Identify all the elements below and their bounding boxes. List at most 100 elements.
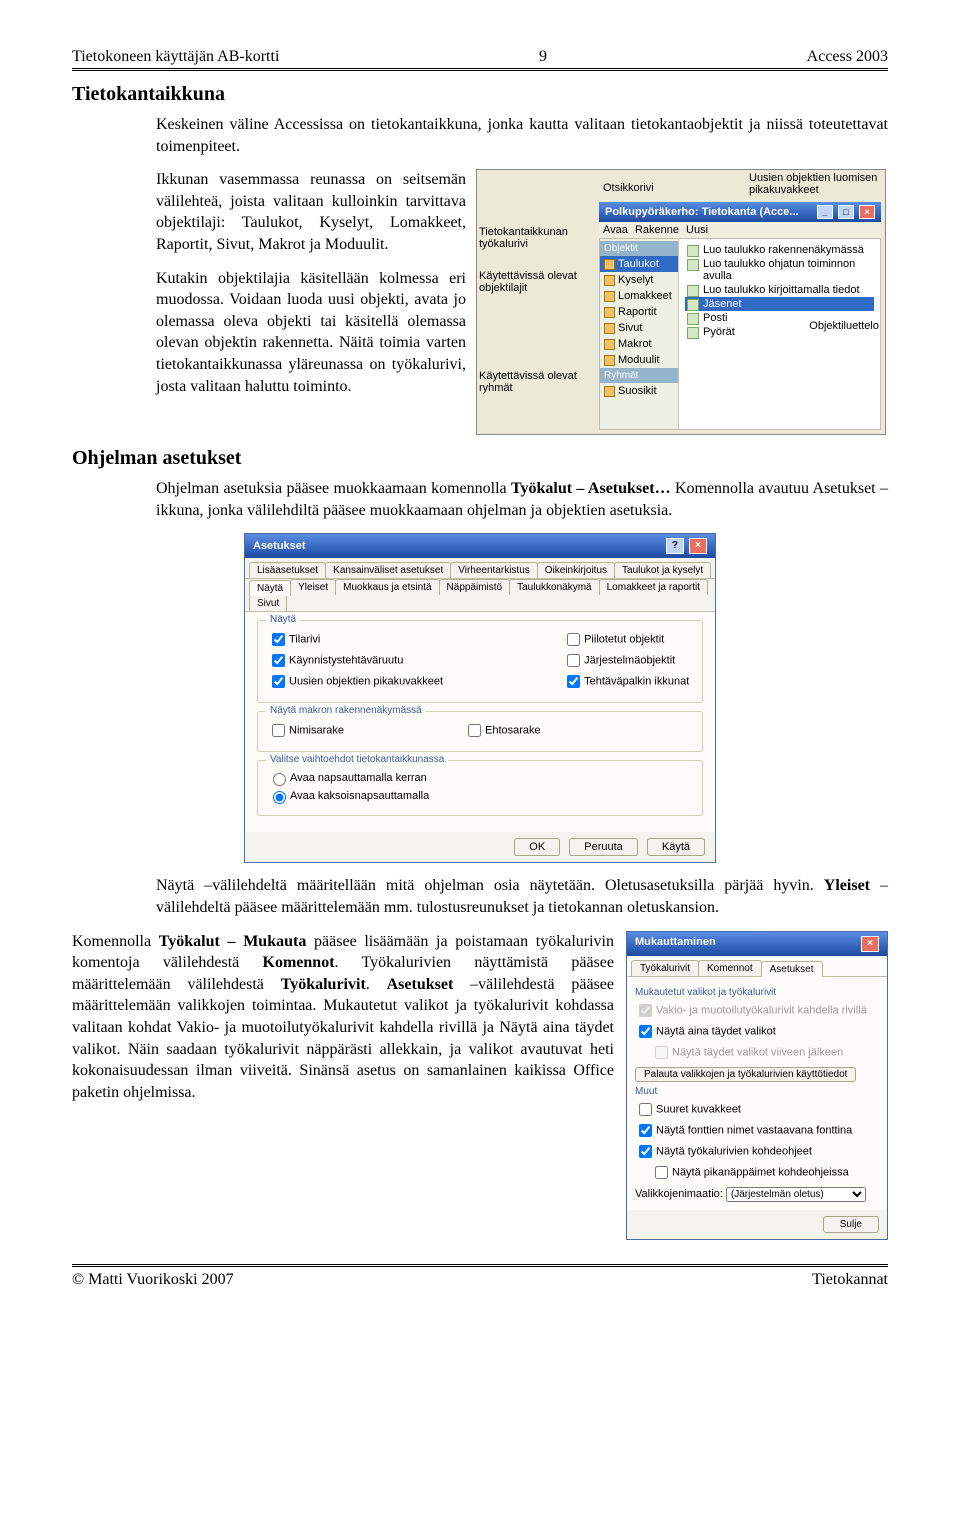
checkbox-icon[interactable] xyxy=(567,675,580,688)
radio-icon[interactable] xyxy=(273,791,286,804)
radio-kaksoisnapsauta[interactable]: Avaa kaksoisnapsauttamalla xyxy=(268,787,692,805)
nav-item-moduulit[interactable]: Moduulit xyxy=(600,352,678,368)
checkbox-icon[interactable] xyxy=(567,654,580,667)
tab-sivut[interactable]: Sivut xyxy=(249,595,287,611)
nav-item-raportit[interactable]: Raportit xyxy=(600,304,678,320)
nav-item-lomakkeet[interactable]: Lomakkeet xyxy=(600,288,678,304)
checkbox-icon[interactable] xyxy=(639,1025,652,1038)
content-new2[interactable]: Luo taulukko ohjatun toiminnon avulla xyxy=(685,257,874,283)
content-obj-posti[interactable]: Posti xyxy=(685,311,874,325)
help-icon[interactable]: ? xyxy=(666,538,684,554)
nav-item-makrot[interactable]: Makrot xyxy=(600,336,678,352)
txt: Näytä –välilehdeltä määritellään mitä oh… xyxy=(156,877,824,894)
tab-muokkaus[interactable]: Muokkaus ja etsintä xyxy=(335,579,439,595)
checkbox-icon[interactable] xyxy=(272,724,285,737)
nav-item-sivut[interactable]: Sivut xyxy=(600,320,678,336)
checkbox-icon[interactable] xyxy=(272,654,285,667)
tab-nayto[interactable]: Näytä xyxy=(249,580,291,596)
nav-item-suosikit[interactable]: Suosikit xyxy=(600,383,678,399)
muk-sec1: Mukautetut valikot ja työkalurivit xyxy=(635,987,879,998)
muk-sec2: Muut xyxy=(635,1086,879,1097)
checkbox-icon[interactable] xyxy=(639,1004,652,1017)
muk-chk-suuret[interactable]: Suuret kuvakkeet xyxy=(635,1099,879,1120)
screenshot-mukauttaminen: Mukauttaminen × Työkalurivit Komennot As… xyxy=(626,931,888,1240)
label: Ehtosarake xyxy=(485,725,541,737)
tab-kansainvaliset[interactable]: Kansainväliset asetukset xyxy=(325,562,451,578)
txt: Ohjelman asetuksia pääsee muokkaamaan ko… xyxy=(156,480,511,497)
callout-ryhmat: Käytettävissä olevat ryhmät xyxy=(479,370,591,394)
tab-virheentarkistus[interactable]: Virheentarkistus xyxy=(450,562,538,578)
checkbox-icon[interactable] xyxy=(639,1103,652,1116)
chk-kaynnistys[interactable]: Käynnistystehtäväruutu xyxy=(268,650,443,671)
close-icon[interactable]: × xyxy=(689,538,707,554)
checkbox-icon[interactable] xyxy=(567,633,580,646)
content-obj-jasenet[interactable]: Jäsenet xyxy=(685,297,874,311)
muk-chk-pikanappaimet[interactable]: Näytä pikanäppäimet kohdeohjeissa xyxy=(651,1162,879,1183)
checkbox-icon[interactable] xyxy=(272,633,285,646)
chk-uusien[interactable]: Uusien objektien pikakuvakkeet xyxy=(268,671,443,692)
muk-btn-palauta[interactable]: Palauta valikkojen ja työkalurivien käyt… xyxy=(635,1067,856,1082)
muk-tab-asetukset[interactable]: Asetukset xyxy=(761,961,823,977)
chk-tilarivi[interactable]: Tilarivi xyxy=(268,629,443,650)
tab-oikeinkirjoitus[interactable]: Oikeinkirjoitus xyxy=(537,562,615,578)
ok-button[interactable]: OK xyxy=(514,838,560,856)
chk-jarjestelma[interactable]: Järjestelmäobjektit xyxy=(563,650,689,671)
tab-lomakkeet-raportit[interactable]: Lomakkeet ja raportit xyxy=(599,579,708,595)
minimize-icon[interactable]: _ xyxy=(817,205,833,219)
content-obj-pyorat[interactable]: Pyörät xyxy=(685,325,874,339)
checkbox-icon[interactable] xyxy=(655,1166,668,1179)
para-nayto: Näytä –välilehdeltä määritellään mitä oh… xyxy=(156,875,888,918)
group-nayto: Näytä Tilarivi Käynnistystehtäväruutu Uu… xyxy=(257,620,703,703)
db-body: Objektit Taulukot Kyselyt Lomakkeet Rapo… xyxy=(599,239,881,430)
close-icon[interactable]: × xyxy=(861,936,879,952)
tab-yleiset[interactable]: Yleiset xyxy=(290,579,336,595)
muk-anim-select[interactable]: (Järjestelmän oletus) xyxy=(726,1187,866,1202)
dlg-window-buttons: ? × xyxy=(664,538,707,554)
callout-otsikkorivi: Otsikkorivi xyxy=(603,182,654,194)
chk-nimisarake[interactable]: Nimisarake xyxy=(268,720,344,741)
tb-rakenne[interactable]: Rakenne xyxy=(635,224,679,236)
chk-tehtavapalkki[interactable]: Tehtäväpalkin ikkunat xyxy=(563,671,689,692)
checkbox-icon[interactable] xyxy=(639,1124,652,1137)
maximize-icon[interactable]: □ xyxy=(838,205,854,219)
tab-taulukot-kyselyt[interactable]: Taulukot ja kyselyt xyxy=(614,562,711,578)
close-icon[interactable]: × xyxy=(859,205,875,219)
tab-taulukkonakyma[interactable]: Taulukkonäkymä xyxy=(509,579,599,595)
page-footer: © Matti Vuorikoski 2007 Tietokannat xyxy=(72,1264,888,1289)
footer-right: Tietokannat xyxy=(812,1271,888,1289)
radio-icon[interactable] xyxy=(273,773,286,786)
checkbox-icon[interactable] xyxy=(468,724,481,737)
tb-uusi[interactable]: Uusi xyxy=(686,224,708,236)
footer-left: © Matti Vuorikoski 2007 xyxy=(72,1271,234,1289)
muk-chk-taydet[interactable]: Näytä aina täydet valikot xyxy=(635,1021,879,1042)
radio-napsauta-kerran[interactable]: Avaa napsauttamalla kerran xyxy=(268,769,692,787)
muk-tab-tyokalurivit[interactable]: Työkalurivit xyxy=(631,960,699,976)
tb-avaa[interactable]: Avaa xyxy=(603,224,628,236)
kayta-button[interactable]: Käytä xyxy=(647,838,705,856)
muk-tab-komennot[interactable]: Komennot xyxy=(698,960,762,976)
nav-item-taulukot[interactable]: Taulukot xyxy=(600,256,678,272)
para-muodot: Kutakin objektilajia käsitellään kolmess… xyxy=(156,268,466,398)
tab-lisaasetukset[interactable]: Lisäasetukset xyxy=(249,562,326,578)
label: Näytä fonttien nimet vastaavana fonttina xyxy=(656,1124,852,1136)
checkbox-icon[interactable] xyxy=(272,675,285,688)
content-new1[interactable]: Luo taulukko rakennenäkymässä xyxy=(685,243,874,257)
checkbox-icon[interactable] xyxy=(655,1046,668,1059)
muk-chk-kohdeohjeet[interactable]: Näytä työkalurivien kohdeohjeet xyxy=(635,1141,879,1162)
checkbox-icon[interactable] xyxy=(639,1145,652,1158)
tab-nappaimisto[interactable]: Näppäimistö xyxy=(439,579,511,595)
dlg-body: Näytä Tilarivi Käynnistystehtäväruutu Uu… xyxy=(245,612,715,832)
muk-chk-viive[interactable]: Näytä täydet valikot viiveen jälkeen xyxy=(651,1042,879,1063)
bold-komennot: Komennot xyxy=(263,954,335,971)
tabs-row-1: Lisäasetukset Kansainväliset asetukset V… xyxy=(245,558,715,579)
label: Näytä aina täydet valikot xyxy=(656,1025,776,1037)
muk-chk-vakio[interactable]: Vakio- ja muotoilutyökalurivit kahdella … xyxy=(635,1000,879,1021)
muk-body: Mukautetut valikot ja työkalurivit Vakio… xyxy=(627,977,887,1210)
peruuta-button[interactable]: Peruuta xyxy=(569,838,638,856)
nav-item-kyselyt[interactable]: Kyselyt xyxy=(600,272,678,288)
content-new3[interactable]: Luo taulukko kirjoittamalla tiedot xyxy=(685,283,874,297)
muk-sulje-button[interactable]: Sulje xyxy=(823,1216,879,1233)
chk-piilotetut[interactable]: Piilotetut objektit xyxy=(563,629,689,650)
chk-ehtosarake[interactable]: Ehtosarake xyxy=(464,720,541,741)
muk-chk-fontit[interactable]: Näytä fonttien nimet vastaavana fonttina xyxy=(635,1120,879,1141)
